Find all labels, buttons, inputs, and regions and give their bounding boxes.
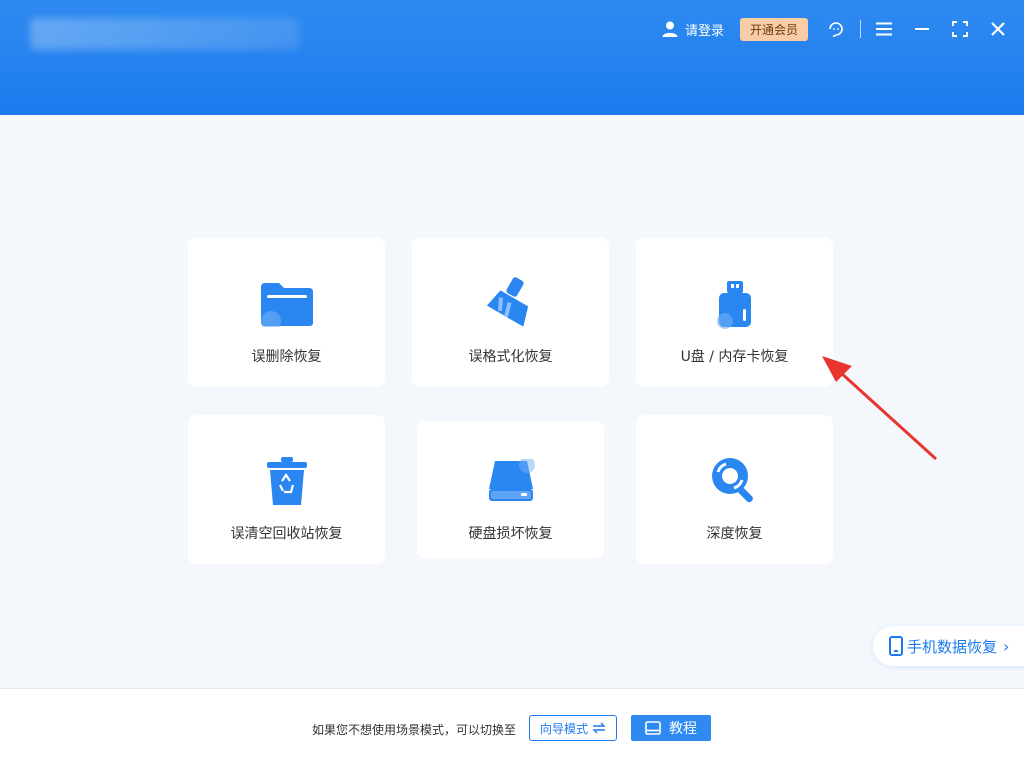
minimize-icon[interactable]	[912, 19, 932, 39]
red-arrow-annotation	[822, 356, 938, 461]
footer-bar: 如果您不想使用场景模式，可以切换至	[0, 688, 1024, 768]
card-label: 误删除恢复	[251, 349, 322, 365]
broom-icon	[481, 274, 541, 334]
folder-icon	[257, 274, 317, 334]
top-right-toolbar: 请登录 开通会员	[661, 14, 1024, 44]
login-label: 请登录	[684, 23, 724, 39]
card-format-recovery[interactable]: 误格式化恢复	[412, 238, 609, 387]
card-label: 深度恢复	[706, 526, 763, 542]
switch-icon	[592, 722, 606, 734]
card-recycle-recovery[interactable]: 误清空回收站恢复	[188, 415, 385, 564]
book-icon	[645, 721, 661, 735]
card-label: 误清空回收站恢复	[230, 526, 343, 542]
user-icon	[662, 21, 678, 37]
footer-hint: 如果您不想使用场景模式，可以切换至	[312, 723, 517, 737]
card-usb-recovery[interactable]: U盘 / 内存卡恢复	[636, 238, 833, 387]
tutorial-label: 教程	[669, 721, 697, 737]
menu-icon[interactable]	[874, 19, 894, 39]
close-icon[interactable]	[988, 19, 1008, 39]
toolbar-divider	[860, 20, 861, 38]
card-label: 误格式化恢复	[468, 349, 553, 365]
maximize-icon[interactable]	[950, 19, 970, 39]
guide-mode-button[interactable]: 向导模式	[529, 715, 617, 741]
card-label: U盘 / 内存卡恢复	[680, 349, 789, 365]
guide-mode-label: 向导模式	[539, 721, 588, 736]
app-logo	[30, 18, 300, 50]
customer-service-icon[interactable]	[826, 19, 846, 39]
phone-recovery-button[interactable]: 手机数据恢复 ›	[873, 626, 1024, 666]
card-label: 硬盘损坏恢复	[468, 526, 553, 542]
recycle-bin-icon	[257, 451, 317, 511]
usb-drive-icon	[705, 274, 765, 334]
card-deleted-recovery[interactable]: 误删除恢复	[188, 238, 385, 387]
login-link[interactable]: 请登录	[661, 20, 724, 39]
magnifier-icon	[705, 451, 765, 511]
vip-button[interactable]: 开通会员	[739, 17, 808, 41]
phone-recovery-label: 手机数据恢复	[907, 637, 998, 656]
phone-icon	[889, 636, 903, 656]
card-deep-recovery[interactable]: 深度恢复	[636, 415, 833, 564]
card-disk-recovery[interactable]: 硬盘损坏恢复	[417, 421, 604, 558]
header-bar: 请登录 开通会员	[0, 0, 1024, 115]
tutorial-button[interactable]: 教程	[631, 715, 711, 741]
chevron-right-icon: ›	[1003, 636, 1010, 656]
hard-disk-icon	[481, 451, 541, 511]
